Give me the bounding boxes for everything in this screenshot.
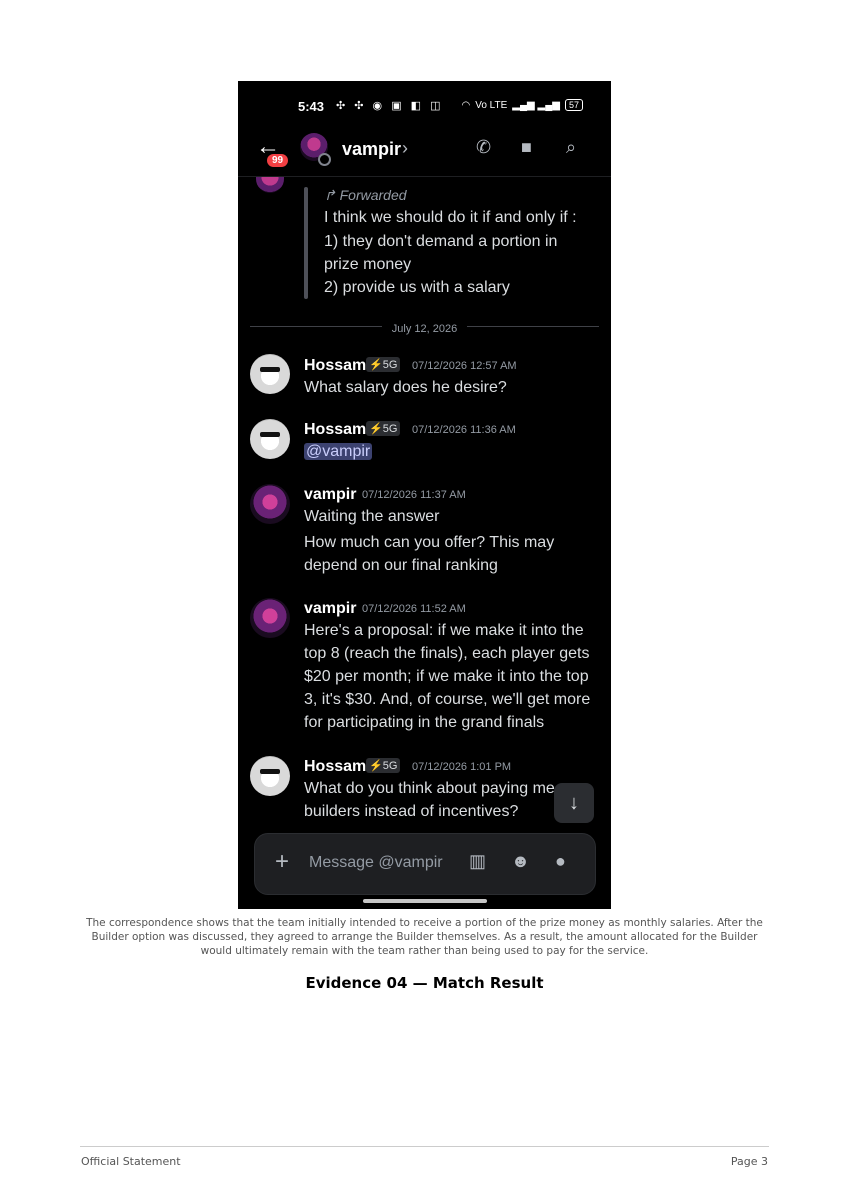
- message-author[interactable]: Hossam: [304, 421, 366, 439]
- microphone-icon[interactable]: ●: [555, 851, 566, 872]
- message-text: Here's a proposal: if we make it into th…: [304, 622, 584, 639]
- guild-tag: ⚡5G: [366, 357, 401, 372]
- signal-icon: ▂▄▆ ▂▄▆: [512, 99, 560, 111]
- contact-name[interactable]: vampir: [342, 139, 401, 160]
- arrow-down-icon[interactable]: ↓: [554, 783, 594, 823]
- forwarded-line: 2) provide us with a salary: [324, 279, 510, 296]
- avatar[interactable]: [250, 354, 290, 394]
- chevron-right-icon[interactable]: ›: [402, 138, 408, 159]
- guild-tag: ⚡5G: [366, 758, 401, 773]
- avatar[interactable]: [250, 756, 290, 796]
- avatar[interactable]: [250, 484, 290, 524]
- chat-header: ← 99 vampir › ✆ ■ ⌕: [238, 131, 611, 177]
- message-text: 3, it's $30. And, of course, we'll get m…: [304, 691, 591, 708]
- forward-arrow-icon: ↱: [324, 187, 340, 203]
- message-text: top 8 (reach the finals), each player ge…: [304, 645, 590, 662]
- status-bar: 5:43 ✣ ✣ ◉ ▣ ◧ ◫ ◠ Vo LTE ▂▄▆ ▂▄▆ 57: [238, 81, 611, 131]
- message-composer: + Message @vampir ▥ ☻ ●: [254, 833, 596, 895]
- message-author[interactable]: Hossam: [304, 357, 366, 375]
- message-text: How much can you offer? This may: [304, 534, 555, 551]
- message-text: depend on our final ranking: [304, 557, 498, 574]
- phone-icon[interactable]: ✆: [476, 137, 491, 158]
- message-text: Waiting the answer: [304, 508, 440, 525]
- guild-tag: ⚡5G: [366, 421, 401, 436]
- forwarded-line: prize money: [324, 256, 412, 273]
- unread-badge: 99: [265, 152, 291, 169]
- emoji-icon[interactable]: ☻: [511, 851, 530, 872]
- forward-bar: [304, 187, 308, 299]
- message-input[interactable]: Message @vampir: [309, 854, 443, 872]
- message-timestamp: 07/12/2026 11:37 AM: [362, 489, 466, 501]
- video-icon[interactable]: ■: [521, 137, 532, 158]
- page-number: Page 3: [730, 1155, 768, 1168]
- avatar[interactable]: [250, 419, 290, 459]
- battery-icon: 57: [564, 99, 583, 111]
- chat-screenshot: 5:43 ✣ ✣ ◉ ▣ ◧ ◫ ◠ Vo LTE ▂▄▆ ▂▄▆ 57 ← 9…: [238, 81, 611, 909]
- message-author[interactable]: vampir: [304, 600, 356, 618]
- avatar[interactable]: [250, 598, 290, 638]
- tag-label: 5G: [382, 423, 398, 435]
- message-text: What do you think about paying me: [304, 780, 555, 797]
- forwarded-line: 1) they don't demand a portion in: [324, 233, 558, 250]
- message-text: $20 per month; if we make it into the to…: [304, 668, 589, 685]
- user-mention[interactable]: @vampir: [304, 443, 373, 460]
- tag-label: 5G: [382, 359, 398, 371]
- message-timestamp: 07/12/2026 11:52 AM: [362, 603, 466, 615]
- avatar: [256, 177, 284, 193]
- gift-icon[interactable]: ▥: [469, 851, 486, 872]
- status-indicator: [318, 153, 331, 166]
- forwarded-line: I think we should do it if and only if :: [324, 209, 577, 226]
- message-text: What salary does he desire?: [304, 379, 507, 396]
- network-label: Vo LTE: [475, 99, 508, 111]
- forwarded-text: Forwarded: [339, 187, 407, 203]
- message-timestamp: 07/12/2026 12:57 AM: [412, 360, 517, 372]
- notification-icons: ✣ ✣ ◉ ▣ ◧ ◫: [336, 100, 444, 112]
- message-timestamp: 07/12/2026 1:01 PM: [412, 761, 512, 773]
- message-text: for participating in the grand finals: [304, 714, 545, 731]
- message-author[interactable]: Hossam: [304, 758, 366, 776]
- plus-icon[interactable]: +: [275, 848, 289, 876]
- search-icon[interactable]: ⌕: [566, 137, 576, 158]
- status-time: 5:43: [298, 99, 325, 114]
- message-text: @vampir: [304, 443, 373, 461]
- evidence-title: Evidence 04 — Match Result: [305, 974, 544, 992]
- wifi-icon: ◠: [461, 99, 471, 111]
- evidence-caption: The correspondence shows that the team i…: [86, 917, 763, 957]
- home-indicator: [363, 899, 487, 903]
- tag-label: 5G: [382, 760, 398, 772]
- footer-left: Official Statement: [81, 1155, 181, 1168]
- footer-divider: [80, 1146, 769, 1147]
- message-timestamp: 07/12/2026 11:36 AM: [412, 424, 516, 436]
- status-right: ◠ Vo LTE ▂▄▆ ▂▄▆ 57: [461, 99, 583, 111]
- date-divider: July 12, 2026: [238, 319, 611, 337]
- message-author[interactable]: vampir: [304, 486, 356, 504]
- forwarded-label: ↱ Forwarded: [324, 187, 407, 204]
- message-text: builders instead of incentives?: [304, 803, 519, 820]
- date-divider-label: July 12, 2026: [381, 323, 468, 335]
